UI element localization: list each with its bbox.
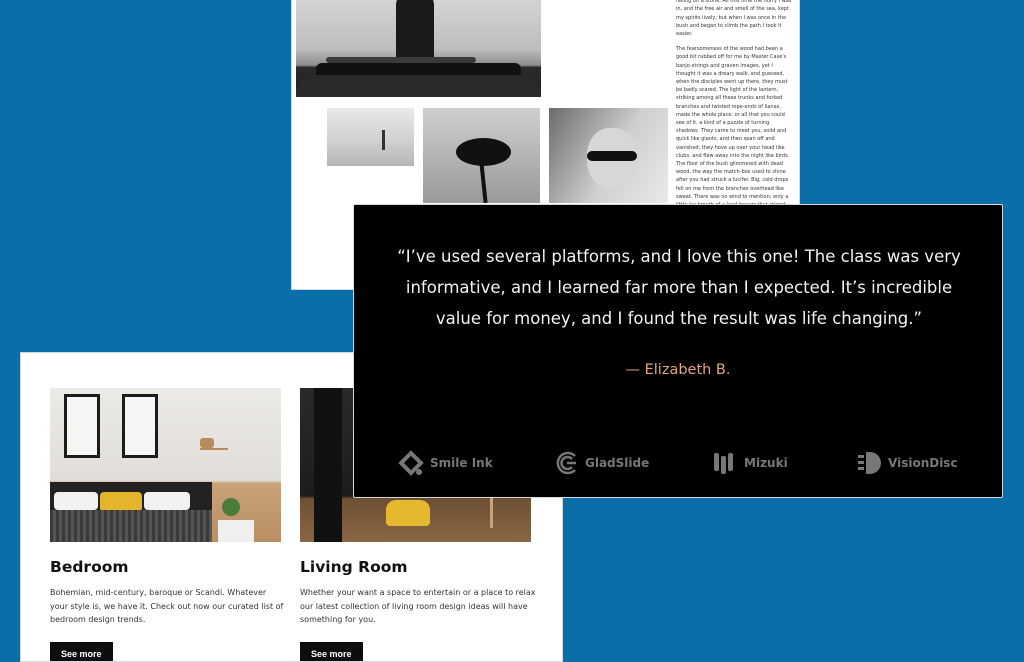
pillow-shape [54,492,98,510]
article-body: wash caught me in the knees, and I came … [676,0,794,224]
living-room-title: Living Room [300,558,408,576]
smile-ink-logo-icon [398,450,424,476]
gladslide-logo-icon [556,451,576,475]
testimonial-author: — Elizabeth B. [625,362,731,378]
article-paragraph: wash caught me in the knees, and I came … [676,0,792,38]
visiondisc-logo: VisionDisc [856,448,958,478]
mizuki-logo: Mizuki [712,448,788,478]
testimonial-card: “I’ve used several platforms, and I love… [353,204,1003,498]
smile-ink-logo: Smile Ink [398,448,493,478]
wall-lamp-arm-shape [200,448,228,450]
thumbnail-woman-sunglasses [549,108,668,203]
living-room-see-more-button[interactable]: See more [300,642,363,661]
wall-art-frame [122,394,158,458]
thumbnail-figure-shape [382,130,385,150]
living-room-description: Whether your want a space to entertain o… [300,588,536,624]
door-shape [314,388,342,542]
pillow-shape [144,492,190,510]
hero-car-body-shape [296,75,541,97]
thumbnail-palm-tree [423,108,540,203]
wall-art-frame [64,394,100,458]
plant-shape [222,498,240,516]
palm-crown-shape [456,138,511,166]
gladslide-logo: GladSlide [553,448,649,478]
visiondisc-logo-icon [858,452,881,474]
armchair-shape [386,500,430,526]
hero-person-shape [396,0,434,63]
article-paragraph: The fearsomeness of the wood had been a … [676,46,790,216]
thumbnail-foggy-beach [327,108,414,166]
bedroom-title: Bedroom [50,558,129,576]
visiondisc-logo-label: VisionDisc [888,456,958,470]
bedroom-description: Bohemian, mid-century, baroque or Scandi… [50,588,284,624]
mizuki-logo-label: Mizuki [744,456,788,470]
sunglasses-shape [587,151,637,161]
wall-lamp-shape [200,438,214,448]
gladslide-logo-label: GladSlide [585,456,650,470]
bedding-shape [50,510,212,542]
mizuki-logo-icon [714,453,733,474]
testimonial-quote: “I’ve used several platforms, and I love… [397,247,961,328]
bedroom-photo [50,388,281,542]
partner-logos: Smile Ink GladSlide Mizuki VisionDisc [354,448,1002,478]
smile-ink-logo-label: Smile Ink [430,456,493,470]
nightstand-shape [218,520,254,542]
hero-photo-surfer-on-car [296,0,541,97]
bedroom-see-more-button[interactable]: See more [50,642,113,661]
pillow-shape [100,492,142,512]
